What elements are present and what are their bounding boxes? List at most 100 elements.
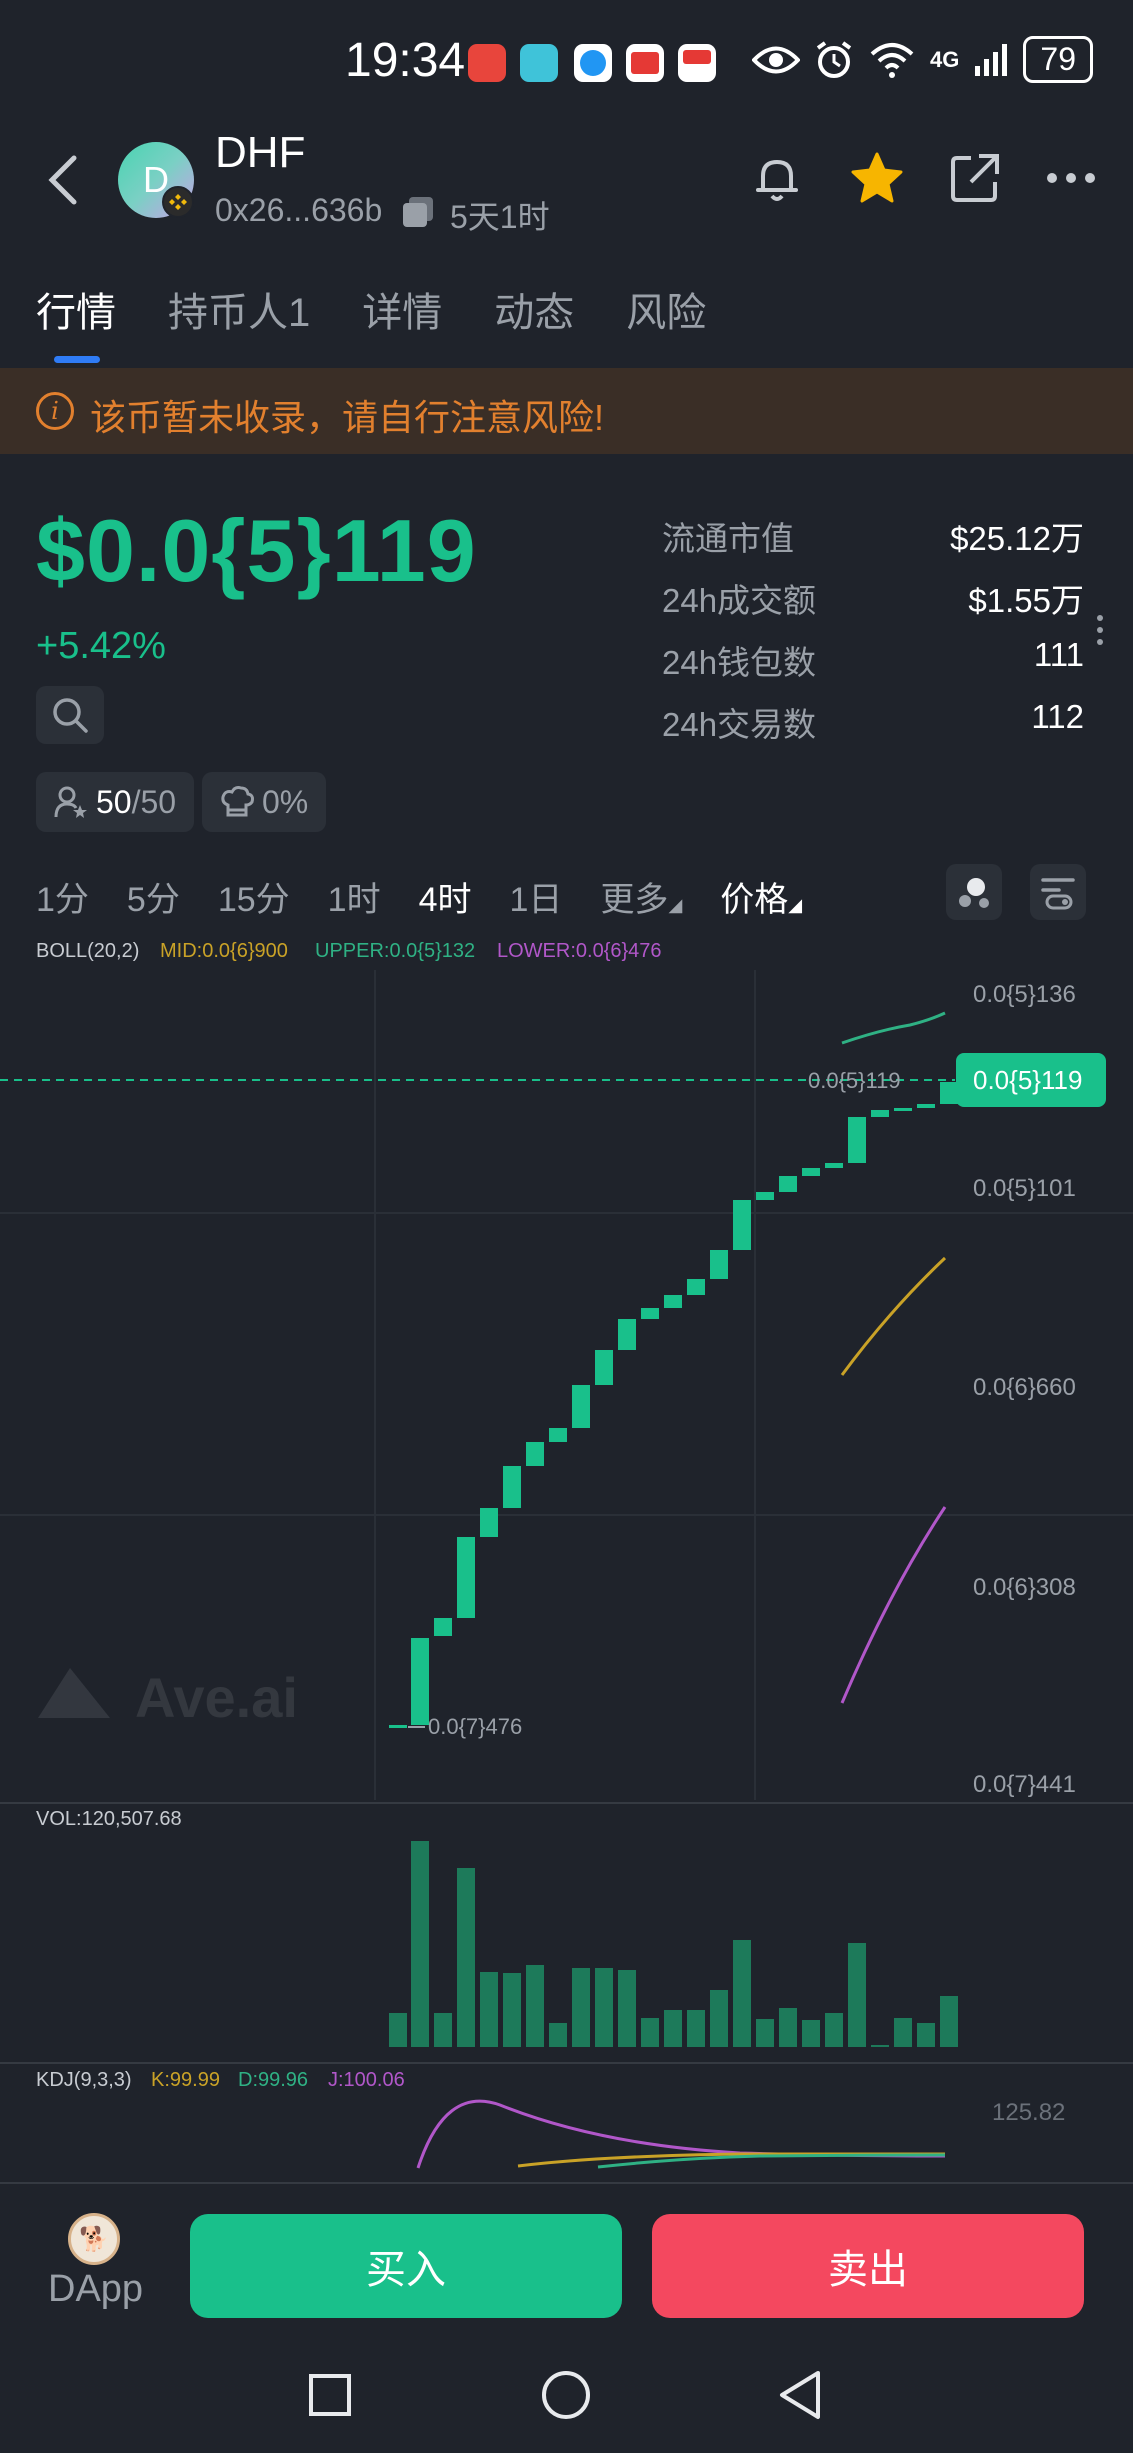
volume-bar	[779, 2008, 797, 2047]
candle	[664, 1295, 682, 1308]
candle	[411, 1638, 429, 1725]
interval-more-label: 更多	[600, 881, 669, 919]
candle	[434, 1618, 452, 1636]
volume-bar	[871, 2045, 889, 2047]
candle	[848, 1117, 866, 1163]
interval-1d[interactable]: 1日	[510, 872, 563, 921]
tab-activity[interactable]: 动态	[494, 280, 574, 338]
more-icon[interactable]	[1045, 171, 1097, 185]
boll-mid: MID:0.0{6}900	[160, 940, 288, 962]
warning-text: 该币暂未收录，请自行注意风险!	[90, 397, 605, 438]
search-button[interactable]	[36, 686, 104, 744]
stat-value: 111	[1033, 636, 1084, 673]
stat-label: 流通市值	[662, 520, 794, 557]
stat-row: 24h钱包数 111	[662, 636, 1084, 698]
recent-apps-icon[interactable]	[309, 2374, 351, 2416]
dapp-label[interactable]: DApp	[48, 2268, 143, 2311]
tax-value: 0%	[262, 783, 309, 820]
alarm-icon	[816, 40, 852, 78]
candle	[894, 1108, 912, 1111]
home-icon[interactable]	[542, 2371, 590, 2419]
stat-value: 112	[1031, 698, 1084, 735]
price-change: +5.42%	[36, 625, 166, 667]
candle	[710, 1250, 728, 1279]
kdj-d: D:99.96	[238, 2069, 308, 2091]
price-chart[interactable]: BOLL(20,2) MID:0.0{6}900 UPPER:0.0{5}132…	[0, 930, 1133, 2185]
candle	[917, 1104, 935, 1108]
huawei-app-icon	[468, 44, 506, 82]
token-age: 5天1时	[450, 199, 550, 235]
low-price-marker: 0.0{7}476	[428, 1714, 522, 1739]
boll-lower: LOWER:0.0{6}476	[497, 940, 662, 962]
header-actions	[749, 150, 1097, 206]
star-icon[interactable]	[849, 150, 905, 206]
copy-icon[interactable]	[400, 194, 436, 230]
sell-button[interactable]: 卖出	[652, 2214, 1084, 2318]
buy-button[interactable]: 买入	[190, 2214, 622, 2318]
chart-settings-button[interactable]	[1030, 864, 1086, 920]
chart-settings-icon	[1041, 878, 1075, 910]
tab-holders[interactable]: 持币人1	[168, 280, 310, 338]
candle	[825, 1163, 843, 1168]
tab-market[interactable]: 行情	[36, 280, 116, 338]
tab-indicator	[54, 356, 100, 363]
back-icon[interactable]	[44, 152, 84, 208]
interval-1m[interactable]: 1分	[36, 872, 89, 921]
volume-bar	[595, 1968, 613, 2047]
status-bar: 19:34 4G 79	[0, 0, 1133, 125]
candle	[687, 1279, 705, 1295]
tax-chip[interactable]: 0%	[202, 772, 327, 832]
y-tick: 0.0{6}660	[973, 1374, 1076, 1401]
ave-watermark: Ave.ai	[38, 1666, 298, 1729]
stat-label: 24h成交额	[662, 582, 817, 619]
y-tick: 0.0{5}101	[973, 1175, 1076, 1202]
volume-bar	[917, 2023, 935, 2047]
search-icon	[53, 698, 88, 733]
candle	[618, 1319, 636, 1350]
volume-bar	[848, 1943, 866, 2047]
interval-15m[interactable]: 15分	[218, 872, 290, 921]
holders-total: /50	[131, 783, 177, 820]
share-icon[interactable]	[949, 152, 1001, 204]
nav-back-icon[interactable]	[780, 2371, 820, 2419]
indicator-button[interactable]	[946, 864, 1002, 920]
volume-bar	[825, 2013, 843, 2047]
signal-icon	[975, 43, 1008, 76]
volume-bar	[710, 1990, 728, 2047]
volume-bar	[940, 1996, 958, 2047]
dapp-icon[interactable]: 🐕	[68, 2213, 120, 2265]
candle	[733, 1200, 751, 1250]
system-nav-bar	[309, 2371, 820, 2419]
interval-5m[interactable]: 5分	[127, 872, 180, 921]
current-price-marker: 0.0{5}119	[808, 1068, 901, 1093]
volume-bar	[618, 1970, 636, 2047]
boll-lower-line	[840, 1506, 947, 1704]
bell-icon[interactable]	[749, 150, 805, 206]
tab-details[interactable]: 详情	[362, 280, 442, 338]
vertical-more-icon[interactable]	[1096, 614, 1104, 646]
interval-more[interactable]: 更多◢	[600, 872, 682, 921]
price-mode-select[interactable]: 价格◢	[720, 872, 802, 921]
stat-row: 24h交易数 112	[662, 698, 1084, 760]
token-name: DHF	[215, 128, 306, 177]
boll-upper-line	[841, 1011, 946, 1045]
info-icon: i	[36, 392, 74, 430]
candle	[480, 1508, 498, 1537]
indicator-icon	[959, 878, 989, 908]
tab-risk[interactable]: 风险	[626, 280, 706, 338]
interval-1h[interactable]: 1时	[328, 872, 381, 921]
volume-bar	[434, 2013, 452, 2047]
boll-mid-line	[840, 1256, 947, 1376]
volume-bar	[733, 1940, 751, 2047]
system-icons: 4G 79	[752, 36, 1093, 83]
holders-chip[interactable]: 50/50	[36, 772, 195, 832]
volume-bar	[641, 2018, 659, 2047]
candle	[503, 1466, 521, 1508]
token-address: 0x26...636b	[215, 192, 383, 228]
stat-row: 24h成交额 $1.55万	[662, 574, 1084, 636]
volume-bar	[687, 2010, 705, 2047]
candle	[940, 1082, 958, 1104]
volume-bar	[457, 1868, 475, 2047]
candle	[802, 1168, 820, 1176]
interval-4h[interactable]: 4时	[419, 872, 472, 921]
